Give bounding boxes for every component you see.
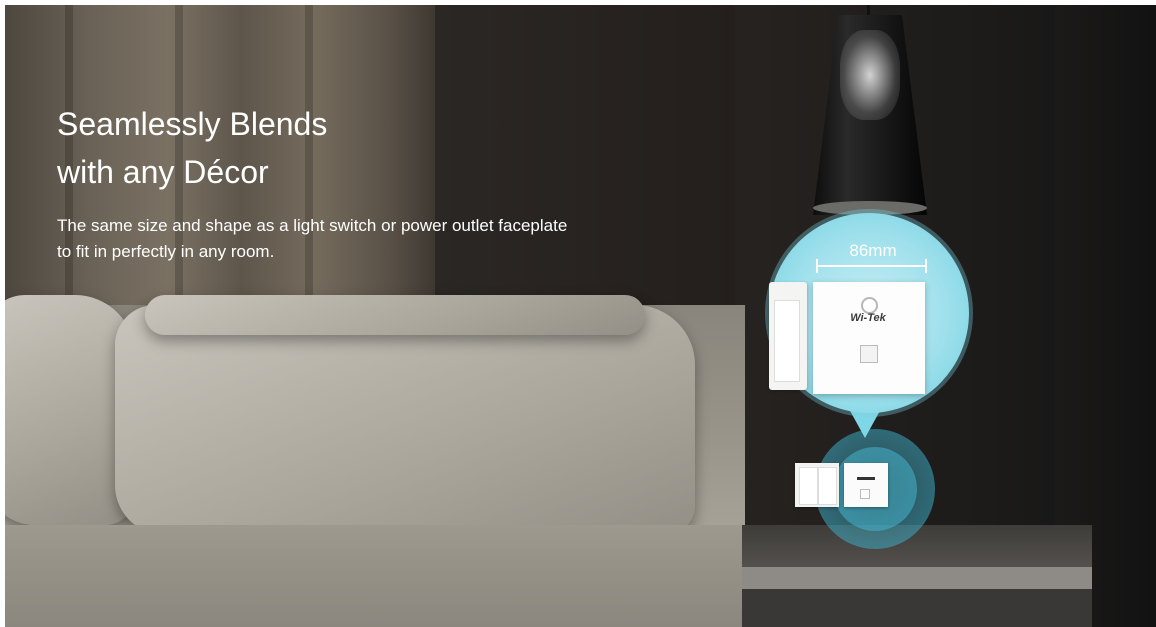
ethernet-port-icon — [860, 345, 878, 363]
headline: Seamlessly Blends with any Décor — [57, 100, 327, 196]
dimension-line — [817, 265, 925, 267]
pillow-main — [115, 305, 695, 535]
headline-line-2: with any Décor — [57, 154, 269, 190]
description-text: The same size and shape as a light switc… — [57, 216, 568, 261]
lamp-glow — [840, 30, 900, 120]
light-switch-rocker — [774, 300, 800, 382]
nightstand-edge — [742, 567, 1092, 589]
small-brand-logo — [849, 475, 883, 485]
dimension-tick-right — [925, 259, 927, 273]
dimension-label: 86mm — [849, 241, 897, 260]
small-switch-rocker-left — [799, 467, 818, 505]
bed-sheet — [5, 525, 745, 627]
headline-line-1: Seamlessly Blends — [57, 106, 328, 142]
brand-logo: Wi-Tek — [850, 312, 886, 324]
small-switch-rocker-right — [818, 467, 837, 505]
small-ethernet-port-icon — [860, 489, 870, 499]
small-access-point-plate — [844, 463, 888, 507]
pillow-back — [145, 295, 645, 335]
nightstand-body — [742, 589, 1092, 627]
hero-banner — [5, 5, 1156, 627]
